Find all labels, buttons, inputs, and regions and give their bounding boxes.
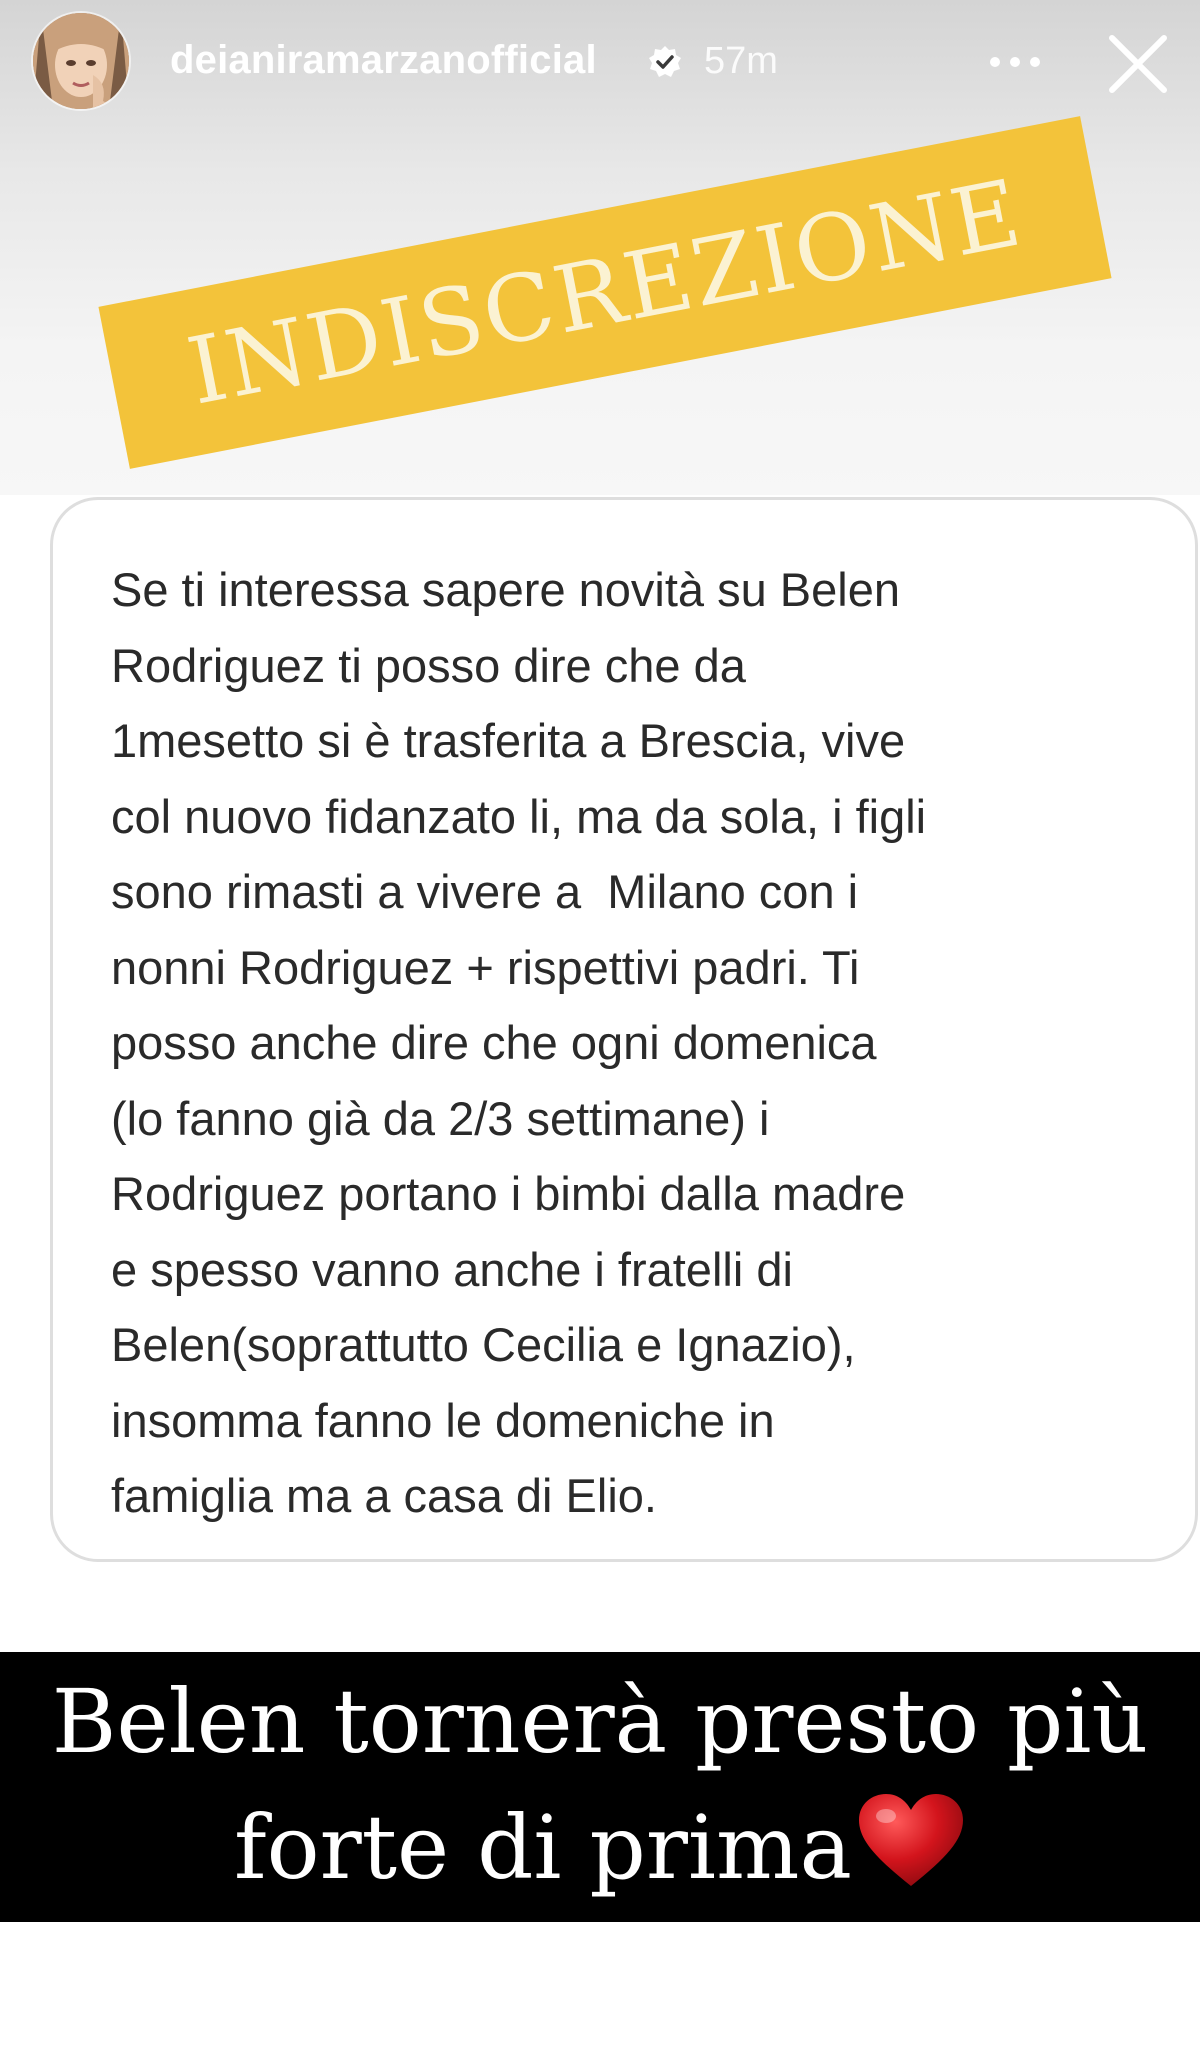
caption-text: Belen tornerà presto più	[51, 1670, 1149, 1773]
message-line: Se ti interessa sapere novità su Belen	[111, 563, 901, 616]
message-bubble: Se ti interessa sapere novità su Belen R…	[50, 497, 1198, 1562]
heart-icon	[858, 1794, 963, 1886]
more-options-icon[interactable]	[985, 42, 1045, 82]
story-timestamp: 57m	[704, 40, 778, 82]
message-line: col nuovo fidanzato li, ma da sola, i fi…	[111, 789, 927, 843]
avatar[interactable]	[33, 13, 129, 109]
caption-text: forte di prima	[234, 1796, 852, 1899]
message-line: famiglia ma a casa di Elio.	[111, 1469, 657, 1522]
message-text: Se ti interessa sapere novità su Belen R…	[111, 552, 1181, 1534]
message-line: sono rimasti a vivere a Milano con i	[111, 865, 859, 918]
message-line: posso anche dire che ogni domenica	[111, 1016, 877, 1069]
close-icon[interactable]	[1106, 32, 1170, 96]
message-line: e spesso vanno anche i fratelli di	[111, 1242, 793, 1296]
message-line: 1mesetto si è trasferita a Brescia, vive	[111, 714, 906, 767]
caption-line-1: Belen tornerà presto più	[0, 1670, 1200, 1773]
caption-line-2: forte di prima	[0, 1792, 1200, 1899]
message-line: Belen(soprattutto Cecilia e Ignazio),	[111, 1318, 856, 1371]
username[interactable]: deianiramarzanofficial	[170, 38, 597, 83]
message-line: (lo fanno già da 2/3 settimane) i	[111, 1091, 770, 1145]
message-line: Rodriguez portano i bimbi dalla madre	[111, 1167, 906, 1220]
message-line: insomma fanno le domeniche in	[111, 1393, 775, 1447]
message-line: nonni Rodriguez + rispettivi padri. Ti	[111, 940, 860, 994]
avatar-photo-icon	[33, 13, 129, 109]
story-header: deianiramarzanofficial 57m	[0, 0, 1200, 130]
verified-badge-icon	[649, 46, 681, 77]
story-caption: Belen tornerà presto più forte di prima	[0, 1652, 1200, 1922]
message-line: Rodriguez ti posso dire che da	[111, 638, 746, 692]
